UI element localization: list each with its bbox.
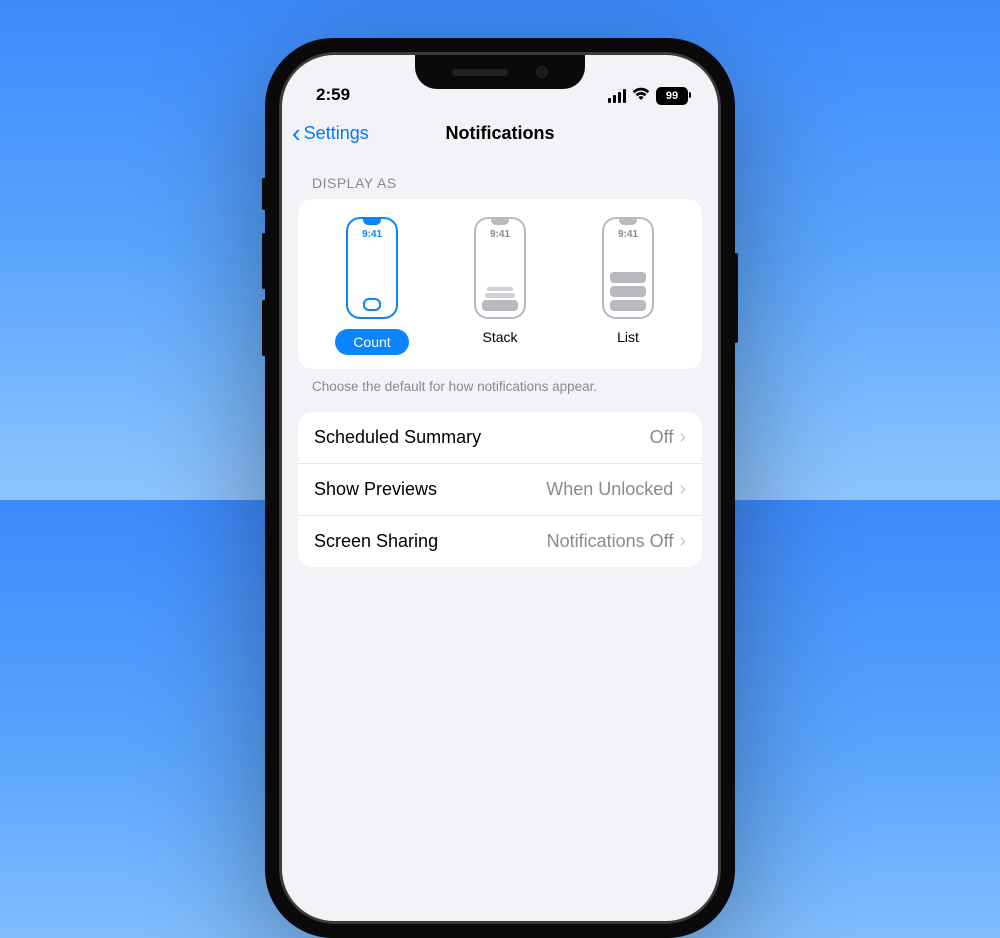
back-label: Settings — [304, 123, 369, 144]
chevron-right-icon: › — [679, 478, 686, 501]
screen: 2:59 99 ‹ Settings — [282, 55, 718, 921]
navigation-bar: ‹ Settings Notifications — [282, 109, 718, 157]
row-title: Screen Sharing — [314, 531, 438, 552]
row-value: Off — [650, 427, 674, 448]
display-option-stack[interactable]: 9:41 Stack — [445, 217, 555, 355]
count-preview-icon: 9:41 — [346, 217, 398, 319]
back-button[interactable]: ‹ Settings — [292, 120, 369, 146]
option-label-count: Count — [335, 329, 408, 355]
chevron-right-icon: › — [679, 530, 686, 553]
display-option-list[interactable]: 9:41 List — [573, 217, 683, 355]
row-title: Show Previews — [314, 479, 437, 500]
option-label-list: List — [617, 329, 639, 345]
chevron-right-icon: › — [679, 426, 686, 449]
row-title: Scheduled Summary — [314, 427, 481, 448]
silent-switch — [262, 178, 266, 210]
cellular-signal-icon — [608, 89, 626, 103]
section-footer-display-as: Choose the default for how notifications… — [282, 369, 718, 412]
settings-list: Scheduled Summary Off › Show Previews Wh… — [298, 412, 702, 567]
wifi-icon — [632, 87, 650, 105]
volume-down-button — [262, 300, 266, 356]
section-header-display-as: DISPLAY AS — [282, 157, 718, 199]
row-value: Notifications Off — [547, 531, 674, 552]
chevron-left-icon: ‹ — [292, 120, 301, 146]
list-preview-icon: 9:41 — [602, 217, 654, 319]
volume-up-button — [262, 233, 266, 289]
power-button — [734, 253, 738, 343]
row-value: When Unlocked — [546, 479, 673, 500]
battery-indicator: 99 — [656, 87, 688, 105]
row-screen-sharing[interactable]: Screen Sharing Notifications Off › — [298, 516, 702, 567]
row-show-previews[interactable]: Show Previews When Unlocked › — [298, 464, 702, 516]
iphone-frame: 2:59 99 ‹ Settings — [265, 38, 735, 938]
display-option-count[interactable]: 9:41 Count — [317, 217, 427, 355]
row-scheduled-summary[interactable]: Scheduled Summary Off › — [298, 412, 702, 464]
status-time: 2:59 — [316, 85, 350, 105]
notch — [415, 55, 585, 89]
stack-preview-icon: 9:41 — [474, 217, 526, 319]
display-as-card: 9:41 Count 9:41 Stack — [298, 199, 702, 369]
option-label-stack: Stack — [482, 329, 517, 345]
